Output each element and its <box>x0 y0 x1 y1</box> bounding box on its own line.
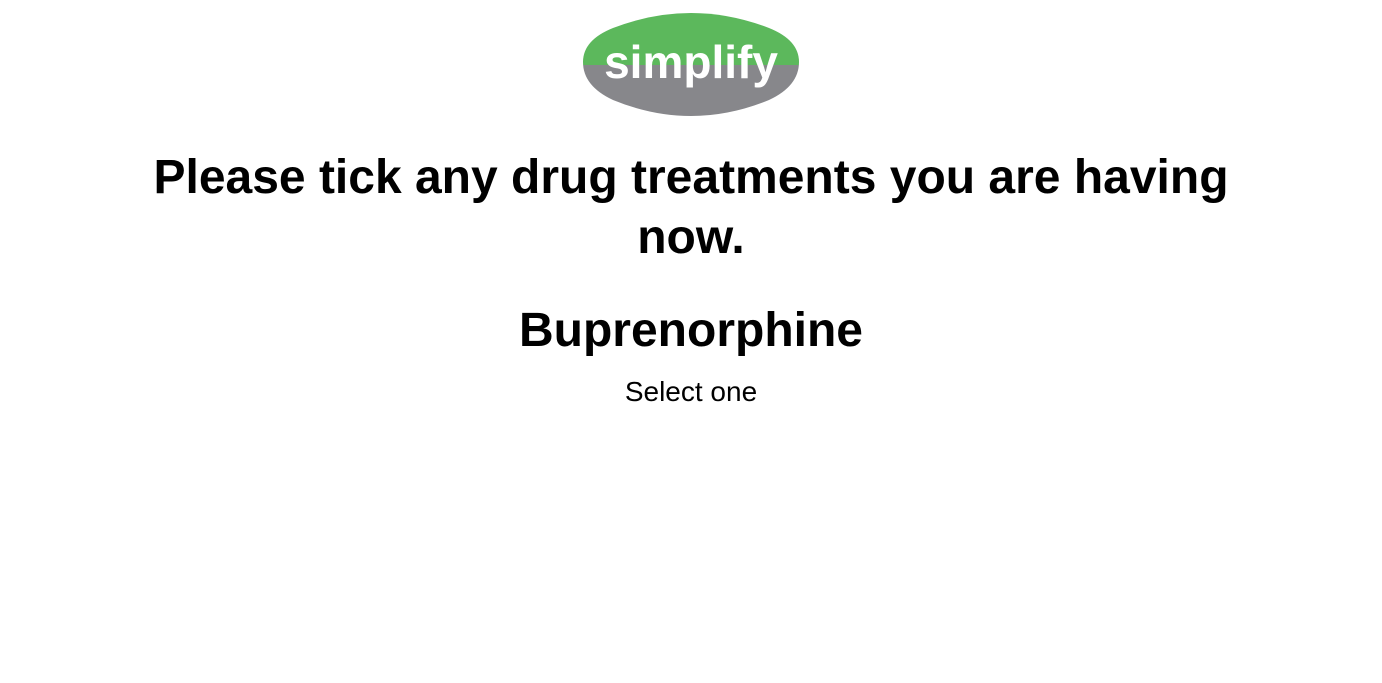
selection-instruction: Select one <box>624 376 758 407</box>
simplify-logo: simplify <box>583 10 799 120</box>
question-text: Please tick any drug treatments you are … <box>153 151 1229 264</box>
question-heading: Please tick any drug treatments you are … <box>0 148 1382 268</box>
drug-title: Buprenorphine <box>519 304 863 357</box>
logo-badge: simplify <box>583 13 799 116</box>
logo-text: simplify <box>604 36 778 88</box>
